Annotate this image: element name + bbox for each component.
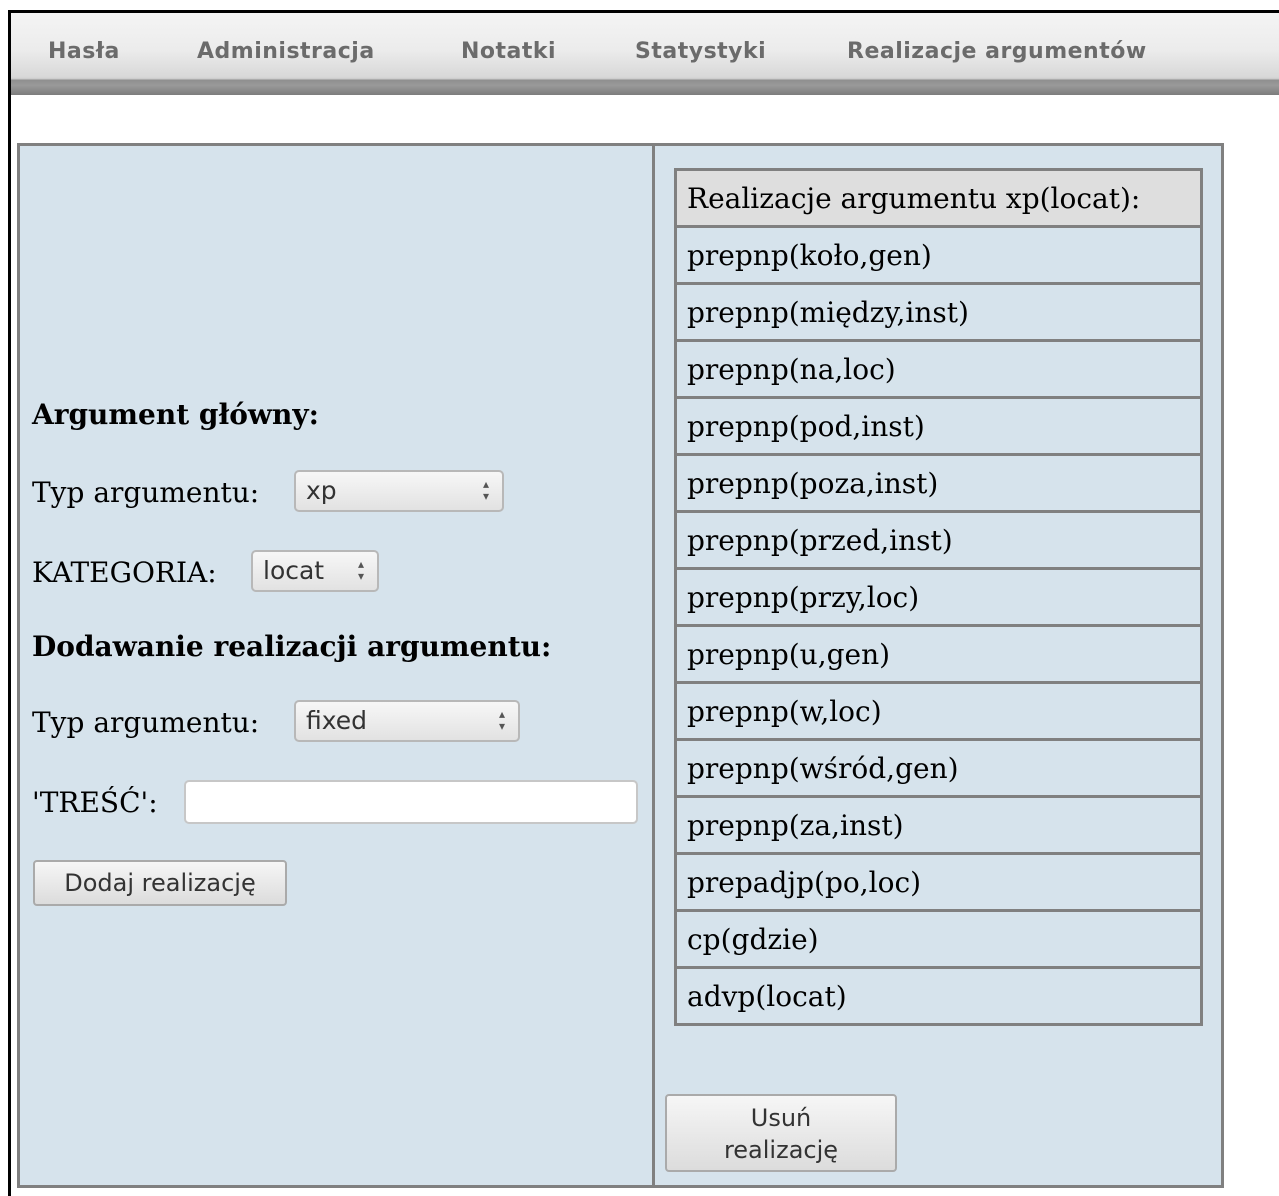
category-label: KATEGORIA: xyxy=(32,556,217,589)
category-select[interactable]: locat ▴ ▾ xyxy=(251,550,379,592)
realizations-table: Realizacje argumentu xp(locat): prepnp(k… xyxy=(674,168,1203,1026)
arg-type-select-value: xp xyxy=(306,476,337,505)
content-label: 'TREŚĆ': xyxy=(32,786,158,819)
table-row[interactable]: prepnp(pod,inst) xyxy=(674,396,1203,456)
table-row[interactable]: cp(gdzie) xyxy=(674,909,1203,969)
table-row[interactable]: prepnp(poza,inst) xyxy=(674,453,1203,513)
table-row[interactable]: prepnp(przed,inst) xyxy=(674,510,1203,570)
add-realization-button[interactable]: Dodaj realizację xyxy=(33,860,287,906)
add-type-label: Typ argumentu: xyxy=(32,706,260,739)
table-row[interactable]: prepnp(między,inst) xyxy=(674,282,1203,342)
table-row[interactable]: advp(locat) xyxy=(674,966,1203,1026)
nav-item-notatki[interactable]: Notatki xyxy=(461,39,556,64)
arg-type-label: Typ argumentu: xyxy=(32,476,260,509)
main-argument-heading: Argument główny: xyxy=(32,398,319,431)
main-panel: Argument główny: Typ argumentu: xp ▴ ▾ KA… xyxy=(17,143,1224,1188)
remove-button-line2: realizację xyxy=(723,1136,839,1164)
add-type-select[interactable]: fixed ▴ ▾ xyxy=(294,700,520,742)
add-type-select-value: fixed xyxy=(306,706,368,735)
category-select-value: locat xyxy=(263,556,325,585)
remove-button-line1: Usuń xyxy=(750,1104,812,1132)
table-row[interactable]: prepnp(koło,gen) xyxy=(674,225,1203,285)
select-arrows-icon: ▴ ▾ xyxy=(482,477,490,503)
remove-realization-button[interactable]: Usuń realizację xyxy=(665,1094,897,1172)
table-row[interactable]: prepnp(za,inst) xyxy=(674,795,1203,855)
table-row[interactable]: prepnp(w,loc) xyxy=(674,681,1203,741)
nav-item-hasla[interactable]: Hasła xyxy=(48,39,120,64)
nav-item-realizacje-argumentow[interactable]: Realizacje argumentów xyxy=(847,39,1147,64)
table-row[interactable]: prepadjp(po,loc) xyxy=(674,852,1203,912)
table-row[interactable]: prepnp(u,gen) xyxy=(674,624,1203,684)
table-row[interactable]: prepnp(na,loc) xyxy=(674,339,1203,399)
nav-item-statystyki[interactable]: Statystyki xyxy=(635,39,766,64)
panel-divider xyxy=(652,146,655,1185)
table-row[interactable]: prepnp(przy,loc) xyxy=(674,567,1203,627)
table-row[interactable]: prepnp(wśród,gen) xyxy=(674,738,1203,798)
arg-type-select[interactable]: xp ▴ ▾ xyxy=(294,470,504,512)
nav-item-administracja[interactable]: Administracja xyxy=(197,39,375,64)
select-arrows-icon: ▴ ▾ xyxy=(498,707,506,733)
select-arrows-icon: ▴ ▾ xyxy=(357,557,365,583)
content-input[interactable] xyxy=(184,780,638,824)
add-realization-heading: Dodawanie realizacji argumentu: xyxy=(32,630,552,663)
realizations-table-header: Realizacje argumentu xp(locat): xyxy=(674,168,1203,228)
top-navigation: Hasła Administracja Notatki Statystyki R… xyxy=(11,13,1279,95)
